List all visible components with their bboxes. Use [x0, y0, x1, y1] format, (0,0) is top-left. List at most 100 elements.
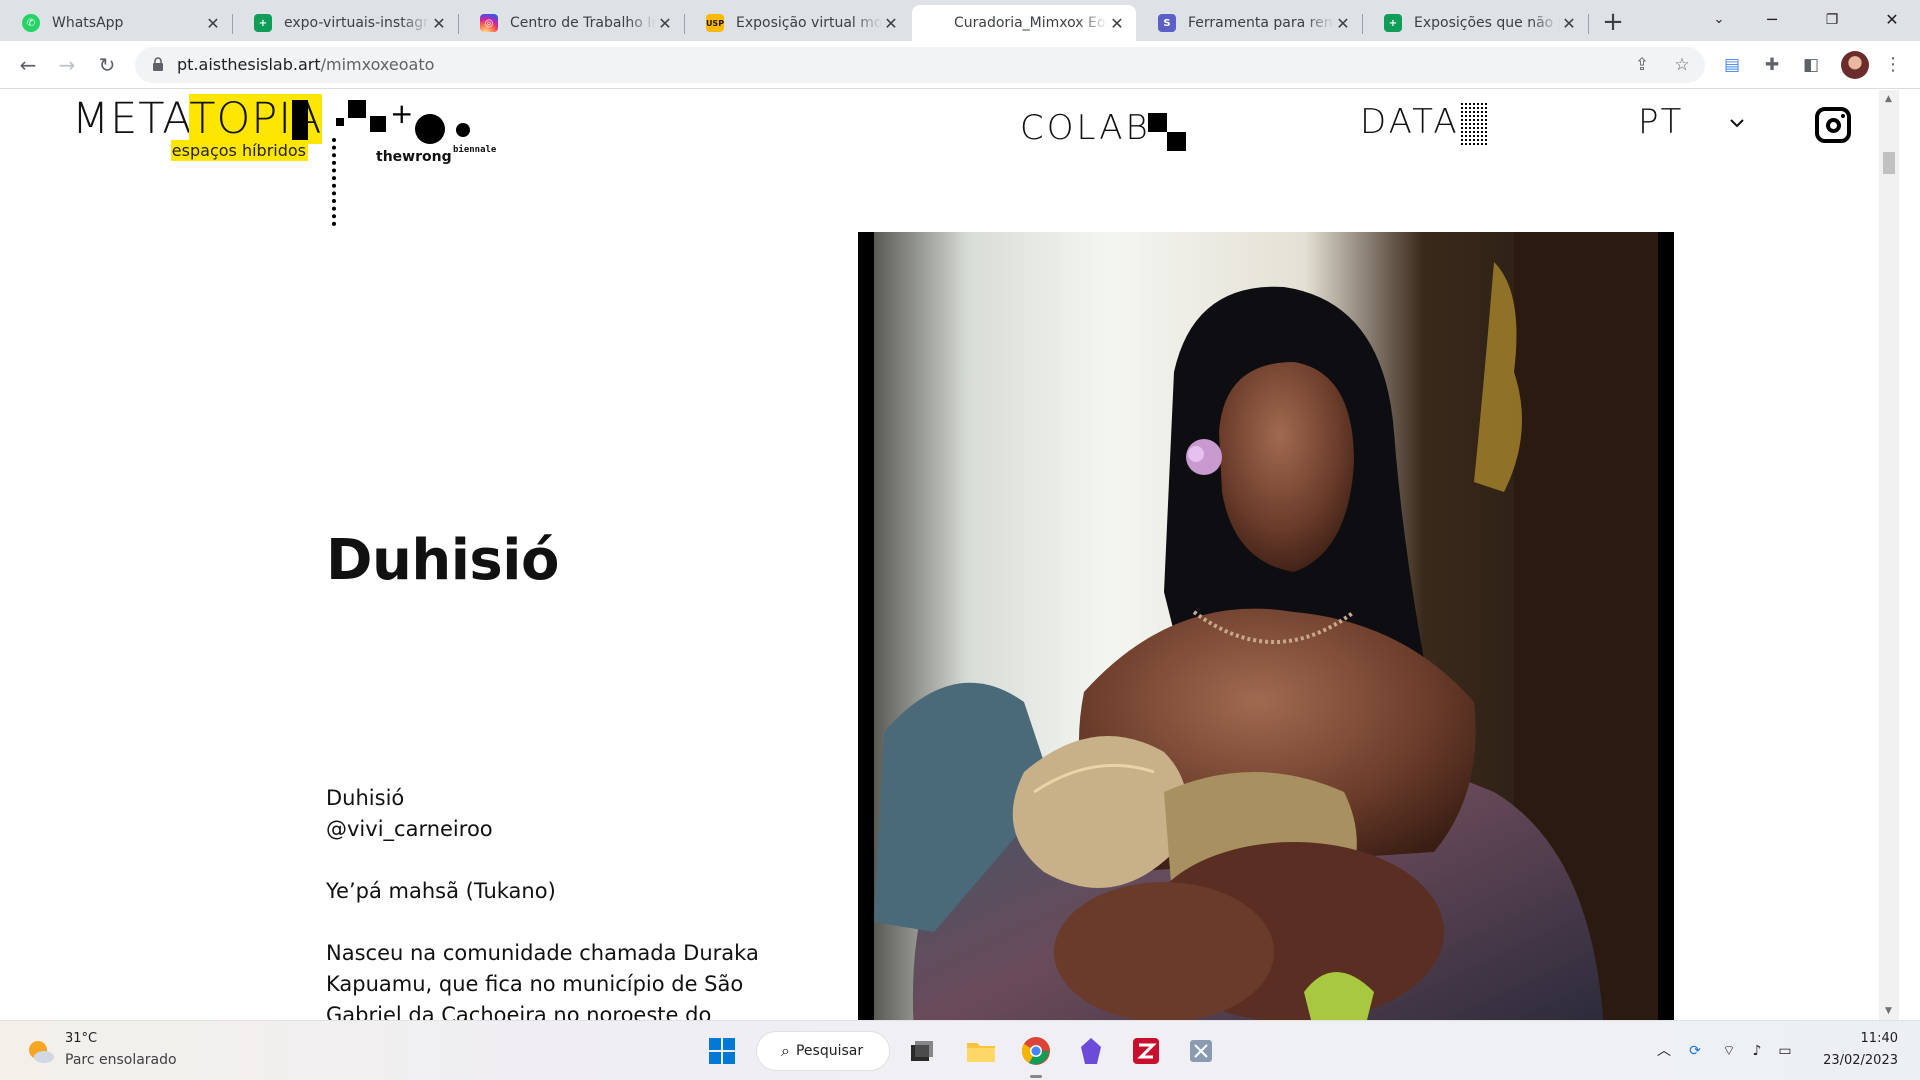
thewrong-text: thewrong — [376, 149, 452, 165]
colab-icon[interactable] — [1148, 113, 1186, 151]
search-label: Pesquisar — [795, 1043, 864, 1059]
tab-title: WhatsApp — [52, 15, 124, 31]
address-bar[interactable]: pt.aisthesislab.art/mimxoxeoato ⇪ ☆ — [135, 47, 1705, 83]
tab-title: Exposições que não podem — [1414, 15, 1560, 31]
tab-title: expo-virtuais-instagram — [284, 15, 430, 31]
artist-portrait — [858, 232, 1674, 1020]
bookmark-star-icon[interactable]: ☆ — [1670, 53, 1694, 77]
restore-button[interactable]: ❐ — [1807, 4, 1857, 36]
zotero-icon[interactable] — [1126, 1031, 1166, 1071]
new-tab-button[interactable]: + — [1598, 8, 1628, 38]
battery-icon[interactable]: ▭ — [1775, 1041, 1795, 1061]
bio-name: Duhisió — [326, 786, 405, 810]
metatopia-logo[interactable]: METATOPIA — [72, 93, 323, 145]
instagram-icon[interactable] — [1815, 107, 1851, 143]
url-domain: pt.aisthesislab.art — [177, 55, 321, 74]
windows-taskbar: 31°C Parc ensolarado ⌕ Pesquisar ︿ ⟳ ⌔ ♪ — [0, 1020, 1920, 1080]
logo-text-a: META — [72, 94, 190, 144]
browser-toolbar: ← → ↻ pt.aisthesislab.art/mimxoxeoato ⇪ … — [0, 41, 1920, 89]
logo-square — [370, 116, 386, 132]
page-title: Duhisió — [326, 528, 559, 593]
weather-description[interactable]: Parc ensolarado — [65, 1052, 177, 1068]
obsidian-icon[interactable] — [1071, 1031, 1111, 1071]
clock-date[interactable]: 23/02/2023 — [1823, 1053, 1898, 1068]
clock-time[interactable]: 11:40 — [1861, 1031, 1898, 1046]
share-icon[interactable]: ⇪ — [1630, 53, 1654, 77]
volume-icon[interactable]: ♪ — [1747, 1041, 1767, 1061]
active-app-indicator — [1030, 1075, 1042, 1078]
page-scrollbar[interactable]: ▲ ▼ — [1879, 90, 1899, 1020]
tab-exposicoes[interactable]: + Exposições que não podem ✕ — [1362, 5, 1588, 41]
menu-kebab-icon[interactable]: ⋮ — [1880, 52, 1906, 78]
tab-exposicao-virtual[interactable]: USP Exposição virtual mostra ✕ — [684, 5, 910, 41]
tab-search-button[interactable]: ⌄ — [1694, 4, 1744, 36]
url-text[interactable]: pt.aisthesislab.art/mimxoxeoato — [177, 47, 434, 83]
tray-overflow-chevron-icon[interactable]: ︿ — [1654, 1041, 1674, 1061]
logo-square — [348, 100, 366, 118]
chevron-down-icon[interactable] — [1728, 114, 1746, 132]
minimize-button[interactable]: ─ — [1747, 4, 1797, 36]
windows-start-icon[interactable] — [702, 1031, 742, 1071]
sync-icon[interactable]: ⟳ — [1685, 1041, 1705, 1061]
wifi-icon[interactable]: ⌔ — [1719, 1041, 1739, 1061]
bio-people: Ye’pá mahsã (Tukano) — [326, 879, 556, 903]
language-selector[interactable]: PT — [1638, 102, 1683, 142]
close-icon[interactable]: ✕ — [1108, 14, 1126, 33]
scroll-thumb[interactable] — [1883, 152, 1895, 174]
close-icon[interactable]: ✕ — [204, 14, 222, 33]
search-icon: ⌕ — [781, 1041, 790, 1060]
tab-title: Exposição virtual mostra — [736, 15, 882, 31]
artist-bio: Duhisió @vivi_carneiroo Ye’pá mahsã (Tuk… — [326, 783, 806, 1020]
task-view-icon[interactable] — [902, 1031, 942, 1071]
chrome-icon[interactable] — [1016, 1031, 1056, 1071]
scroll-down-arrow[interactable]: ▼ — [1885, 1006, 1892, 1016]
tab-ferramenta[interactable]: S Ferramenta para remover ✕ — [1136, 5, 1362, 41]
tab-whatsapp[interactable]: ✆ WhatsApp ✕ — [0, 5, 232, 41]
weather-temperature[interactable]: 31°C — [65, 1031, 97, 1046]
profile-avatar[interactable] — [1841, 51, 1869, 79]
tab-title: Curadoria_Mimxox Eoato — [954, 15, 1108, 31]
google-sheets-icon: + — [1384, 14, 1402, 32]
extensions-puzzle-icon[interactable]: ✚ — [1759, 52, 1785, 78]
tab-title: Centro de Trabalho Indígena — [510, 15, 656, 31]
data-dotted-icon[interactable] — [1460, 102, 1488, 147]
file-explorer-icon[interactable] — [961, 1031, 1001, 1071]
scroll-up-arrow[interactable]: ▲ — [1885, 94, 1892, 104]
side-panel-icon[interactable]: ◧ — [1798, 52, 1824, 78]
google-sheets-icon: + — [254, 14, 272, 32]
nav-colab[interactable]: COLAB — [1020, 108, 1151, 148]
lock-icon — [153, 57, 163, 71]
close-icon[interactable]: ✕ — [882, 14, 900, 33]
close-icon[interactable]: ✕ — [1560, 14, 1578, 33]
app-icon: S — [1158, 14, 1176, 32]
logo-bar — [292, 100, 308, 140]
bio-text-line: Gabriel da Cachoeira no noroeste do — [326, 1003, 712, 1020]
bio-text-line: Nasceu na comunidade chamada Duraka — [326, 941, 759, 965]
instagram-icon: ◎ — [480, 14, 498, 32]
logo-plus: + — [390, 97, 414, 130]
close-icon[interactable]: ✕ — [1334, 14, 1352, 33]
docs-extension-icon[interactable]: ▤ — [1719, 52, 1745, 78]
taskbar-search[interactable]: ⌕ Pesquisar — [756, 1031, 890, 1071]
logo-dot — [456, 123, 470, 137]
back-button[interactable]: ← — [14, 51, 42, 79]
logo-dot — [415, 114, 445, 144]
tab-centro-trabalho[interactable]: ◎ Centro de Trabalho Indígena ✕ — [458, 5, 684, 41]
tab-title: Ferramenta para remover — [1188, 15, 1334, 31]
nav-data[interactable]: DATA — [1360, 102, 1460, 142]
reload-button[interactable]: ↻ — [93, 51, 121, 79]
thewrong-biennale-logo[interactable]: + thewrong biennale — [330, 98, 520, 228]
close-window-button[interactable]: ✕ — [1867, 4, 1917, 36]
bio-handle[interactable]: @vivi_carneiroo — [326, 814, 806, 845]
weather-sun-icon[interactable] — [24, 1036, 56, 1066]
close-icon[interactable]: ✕ — [430, 14, 448, 33]
close-icon[interactable]: ✕ — [656, 14, 674, 33]
page-viewport: METATOPIA espaços híbridos + thewrong bi… — [0, 90, 1879, 1020]
forward-button[interactable]: → — [53, 51, 81, 79]
snipping-tool-icon[interactable] — [1181, 1031, 1221, 1071]
tab-curadoria[interactable]: Curadoria_Mimxox Eoato ✕ — [912, 5, 1136, 41]
whatsapp-icon: ✆ — [22, 14, 40, 32]
portrait-image — [874, 232, 1658, 1020]
tab-expo-virtuais[interactable]: + expo-virtuais-instagram ✕ — [232, 5, 458, 41]
tab-separator — [1588, 14, 1589, 34]
